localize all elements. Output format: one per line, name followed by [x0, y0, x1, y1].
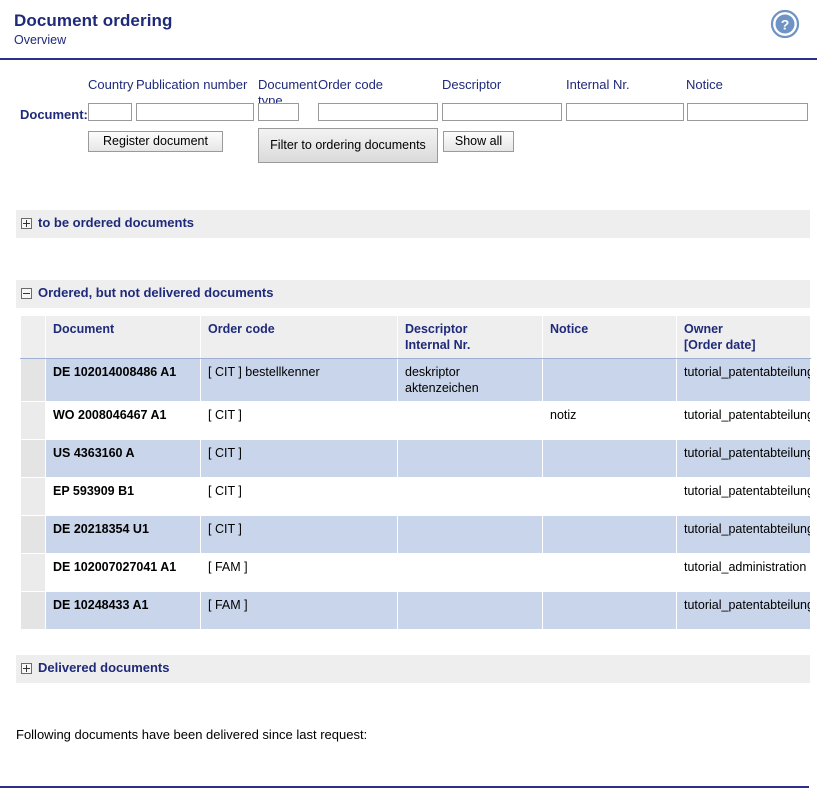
register-document-button[interactable]: Register document — [88, 131, 223, 152]
section-title-to-be-ordered[interactable]: to be ordered documents — [38, 215, 194, 230]
column-header-select — [20, 315, 46, 359]
ordered-documents-table: Document Order code Descriptor Internal … — [20, 315, 811, 630]
cell-order-code: [ CIT ] — [200, 439, 398, 478]
cell-order-code: [ CIT ] — [200, 477, 398, 516]
cell-notice — [542, 591, 677, 630]
table-row[interactable]: EP 593909 B1[ CIT ] tutorial_patentabteil… — [20, 477, 811, 516]
section-title-delivered[interactable]: Delivered documents — [38, 660, 170, 675]
column-header-order-code[interactable]: Order code — [200, 315, 398, 359]
cell-notice — [542, 553, 677, 592]
section-delivered-documents[interactable]: Delivered documents — [16, 655, 810, 683]
table-row[interactable]: DE 102007027041 A1[ FAM ] tutorial_admini… — [20, 553, 811, 592]
label-internal-nr: Internal Nr. — [566, 77, 630, 92]
table-row[interactable]: WO 2008046467 A1[ CIT ] notiz tutorial_pat… — [20, 401, 811, 440]
cell-descriptor: deskriptor aktenzeichen — [397, 358, 543, 402]
page-title: Document ordering — [14, 11, 173, 30]
cell-document: DE 10248433 A1 — [45, 591, 201, 630]
cell-owner: tutorial_patentabteilung [27.01.2015 09:… — [676, 591, 811, 630]
section-ordered-but-not-delivered-documents[interactable]: Ordered, but not delivered documents — [16, 280, 810, 308]
row-select-cell[interactable] — [20, 591, 46, 630]
cell-order-code: [ FAM ] — [200, 591, 398, 630]
cell-descriptor — [397, 591, 543, 630]
section-title-ordered-not-delivered[interactable]: Ordered, but not delivered documents — [38, 285, 273, 300]
label-order-code: Order code — [318, 77, 384, 92]
table-row[interactable]: DE 20218354 U1[ CIT ] tutorial_patentabte… — [20, 515, 811, 554]
row-select-cell[interactable] — [20, 477, 46, 516]
show-all-button[interactable]: Show all — [443, 131, 514, 152]
cell-document: EP 593909 B1 — [45, 477, 201, 516]
cell-owner: tutorial_patentabteilung [04.03.2015 09:… — [676, 515, 811, 554]
page-subtitle: Overview — [14, 33, 67, 47]
column-header-document[interactable]: Document — [45, 315, 201, 359]
publication-number-input[interactable] — [136, 103, 254, 121]
row-select-cell[interactable] — [20, 401, 46, 440]
column-header-notice[interactable]: Notice — [542, 315, 677, 359]
cell-owner: tutorial_patentabteilung [04.03.2015 09:… — [676, 401, 811, 440]
cell-owner: tutorial_patentabteilung [04.03.2015 09:… — [676, 477, 811, 516]
cell-descriptor — [397, 439, 543, 478]
order-code-input[interactable] — [318, 103, 438, 121]
svg-text:?: ? — [781, 17, 790, 33]
document-type-input[interactable] — [258, 103, 299, 121]
cell-descriptor — [397, 515, 543, 554]
column-header-owner-order-date[interactable]: Owner [Order date] — [676, 315, 811, 359]
table-row[interactable]: DE 102014008486 A1[ CIT ] bestellkenner d… — [20, 358, 811, 402]
document-search-form: Country Publication number Document type… — [0, 60, 817, 180]
cell-notice — [542, 439, 677, 478]
footer-divider — [0, 786, 809, 788]
table-row[interactable]: DE 10248433 A1[ FAM ] tutorial_patentabte… — [20, 591, 811, 630]
cell-document: DE 102014008486 A1 — [45, 358, 201, 402]
table-header-row: Document Order code Descriptor Internal … — [20, 315, 811, 359]
cell-order-code: [ CIT ] — [200, 515, 398, 554]
notice-input[interactable] — [687, 103, 808, 121]
cell-notice — [542, 358, 677, 402]
column-header-descriptor-internal-nr[interactable]: Descriptor Internal Nr. — [397, 315, 543, 359]
delivered-note: Following documents have been delivered … — [16, 727, 368, 742]
descriptor-input[interactable] — [442, 103, 562, 121]
cell-order-code: [ CIT ] — [200, 401, 398, 440]
cell-order-code: [ CIT ] bestellkenner — [200, 358, 398, 402]
filter-to-ordering-documents-button[interactable]: Filter to ordering documents — [258, 128, 438, 163]
cell-owner: tutorial_patentabteilung [04.03.2015 09:… — [676, 439, 811, 478]
internal-nr-input[interactable] — [566, 103, 684, 121]
row-select-cell[interactable] — [20, 553, 46, 592]
cell-descriptor — [397, 477, 543, 516]
cell-document: DE 102007027041 A1 — [45, 553, 201, 592]
cell-notice — [542, 515, 677, 554]
cell-document: DE 20218354 U1 — [45, 515, 201, 554]
cell-notice — [542, 477, 677, 516]
help-circle-icon[interactable]: ? — [770, 9, 800, 39]
cell-document: US 4363160 A — [45, 439, 201, 478]
cell-descriptor — [397, 553, 543, 592]
label-publication-number: Publication number — [136, 77, 248, 92]
row-select-cell[interactable] — [20, 358, 46, 402]
row-select-cell[interactable] — [20, 515, 46, 554]
cell-owner: tutorial_patentabteilung [04.03.2015 09:… — [676, 358, 811, 402]
document-row-label: Document: — [20, 107, 88, 122]
cell-descriptor — [397, 401, 543, 440]
cell-notice: notiz — [542, 401, 677, 440]
label-notice: Notice — [686, 77, 723, 92]
label-descriptor: Descriptor — [442, 77, 502, 92]
page-header: Document ordering Overview ? — [0, 0, 817, 58]
cell-order-code: [ FAM ] — [200, 553, 398, 592]
cell-owner: tutorial_administration [27.01.2015 09:2… — [676, 553, 811, 592]
minus-box-icon[interactable] — [21, 288, 32, 299]
country-input[interactable] — [88, 103, 132, 121]
plus-box-icon[interactable] — [21, 218, 32, 229]
plus-box-icon[interactable] — [21, 663, 32, 674]
cell-document: WO 2008046467 A1 — [45, 401, 201, 440]
row-select-cell[interactable] — [20, 439, 46, 478]
table-row[interactable]: US 4363160 A[ CIT ] tutorial_patentabteil… — [20, 439, 811, 478]
section-to-be-ordered-documents[interactable]: to be ordered documents — [16, 210, 810, 238]
